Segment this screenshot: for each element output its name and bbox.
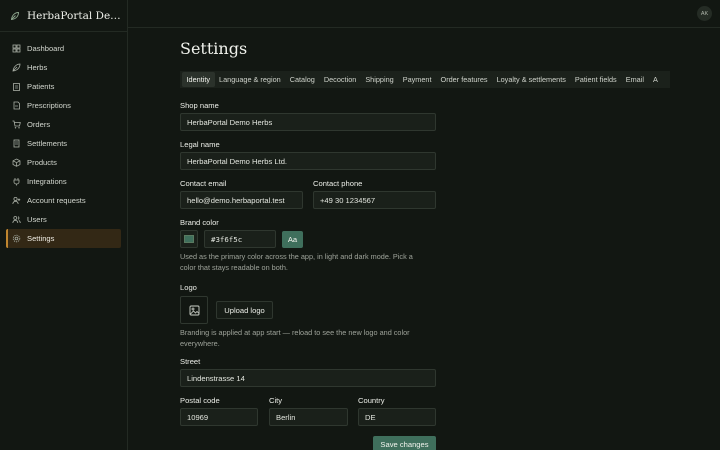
tab-language-region[interactable]: Language & region	[215, 72, 286, 87]
sidebar-item-label: Products	[27, 158, 57, 167]
logo-help: Branding is applied at app start — reloa…	[180, 328, 410, 348]
sidebar-item-dashboard[interactable]: Dashboard	[6, 39, 121, 58]
box-icon	[12, 158, 21, 167]
sidebar-item-prescriptions[interactable]: Prescriptions	[6, 96, 121, 115]
tab-patient-fields[interactable]: Patient fields	[570, 72, 621, 87]
tab-shipping[interactable]: Shipping	[361, 72, 398, 87]
brand-color-preview: Aa	[282, 231, 303, 248]
user-plus-icon	[12, 196, 21, 205]
tab-email[interactable]: Email	[621, 72, 648, 87]
settings-tabs: Identity Language & region Catalog Decoc…	[180, 71, 670, 88]
country-field[interactable]: DE	[358, 408, 436, 426]
sidebar-item-products[interactable]: Products	[6, 153, 121, 172]
tab-catalog[interactable]: Catalog	[285, 72, 319, 87]
upload-logo-button[interactable]: Upload logo	[216, 301, 273, 319]
app-name: HerbaPortal Demo ...	[27, 9, 127, 22]
sidebar-item-settlements[interactable]: Settlements	[6, 134, 121, 153]
shop-name-label: Shop name	[180, 101, 219, 110]
sidebar-item-account-requests[interactable]: Account requests	[6, 191, 121, 210]
city-field[interactable]: Berlin	[269, 408, 348, 426]
tab-payment[interactable]: Payment	[398, 72, 436, 87]
brand[interactable]: HerbaPortal Demo ...	[0, 0, 127, 32]
country-label: Country	[358, 396, 385, 405]
page-title: Settings	[180, 39, 248, 58]
avatar[interactable]: AK	[697, 6, 712, 21]
document-icon	[12, 101, 21, 110]
city-label: City	[269, 396, 283, 405]
sidebar-item-label: Orders	[27, 120, 51, 129]
main-content: Settings Identity Language & region Cata…	[180, 28, 680, 88]
users-icon	[12, 215, 21, 224]
contact-phone-field[interactable]: +49 30 1234567	[313, 191, 436, 209]
tab-more[interactable]: A	[648, 72, 662, 87]
leaf-icon	[12, 63, 21, 72]
tab-identity[interactable]: Identity	[182, 72, 215, 87]
color-swatch	[184, 235, 194, 243]
postal-code-field[interactable]: 10969	[180, 408, 258, 426]
sidebar-item-patients[interactable]: Patients	[6, 77, 121, 96]
topbar: AK	[128, 0, 720, 28]
sidebar: HerbaPortal Demo ... Dashboard Herbs Pat…	[0, 0, 128, 450]
sidebar-item-label: Patients	[27, 82, 55, 91]
contact-email-label: Contact email	[180, 179, 227, 188]
sidebar-item-orders[interactable]: Orders	[6, 115, 121, 134]
image-icon	[189, 305, 200, 316]
contact-phone-label: Contact phone	[313, 179, 363, 188]
logo-label: Logo	[180, 283, 197, 292]
sidebar-item-label: Prescriptions	[27, 101, 71, 110]
street-label: Street	[180, 357, 201, 366]
sidebar-item-label: Dashboard	[27, 44, 65, 53]
clipboard-icon	[12, 82, 21, 91]
brand-color-help: Used as the primary color across the app…	[180, 252, 413, 272]
color-picker[interactable]	[180, 230, 198, 248]
sidebar-item-settings[interactable]: Settings	[6, 229, 121, 248]
tab-order-features[interactable]: Order features	[436, 72, 492, 87]
sidebar-item-label: Settings	[27, 234, 55, 243]
cart-icon	[12, 120, 21, 129]
legal-name-field[interactable]: HerbaPortal Demo Herbs Ltd.	[180, 152, 436, 170]
sidebar-item-label: Account requests	[27, 196, 86, 205]
plug-icon	[12, 177, 21, 186]
brand-color-label: Brand color	[180, 218, 219, 227]
legal-name-label: Legal name	[180, 140, 220, 149]
save-button[interactable]: Save changes	[373, 436, 436, 450]
receipt-icon	[12, 139, 21, 148]
tab-decoction[interactable]: Decoction	[319, 72, 360, 87]
postal-code-label: Postal code	[180, 396, 220, 405]
sidebar-item-label: Herbs	[27, 63, 48, 72]
tab-loyalty-settlements[interactable]: Loyalty & settlements	[492, 72, 570, 87]
brand-color-hex-field[interactable]: #3f6f5c	[204, 230, 276, 248]
sidebar-nav: Dashboard Herbs Patients Prescriptions O…	[0, 32, 127, 248]
dashboard-icon	[12, 44, 21, 53]
sidebar-item-users[interactable]: Users	[6, 210, 121, 229]
logo-preview	[180, 296, 208, 324]
gear-icon	[12, 234, 21, 243]
contact-email-field[interactable]: hello@demo.herbaportal.test	[180, 191, 303, 209]
sidebar-item-label: Integrations	[27, 177, 67, 186]
street-field[interactable]: Lindenstrasse 14	[180, 369, 436, 387]
sidebar-item-herbs[interactable]: Herbs	[6, 58, 121, 77]
sidebar-item-label: Users	[27, 215, 47, 224]
sidebar-item-integrations[interactable]: Integrations	[6, 172, 121, 191]
shop-name-field[interactable]: HerbaPortal Demo Herbs	[180, 113, 436, 131]
sidebar-item-label: Settlements	[27, 139, 68, 148]
leaf-icon	[10, 11, 20, 21]
